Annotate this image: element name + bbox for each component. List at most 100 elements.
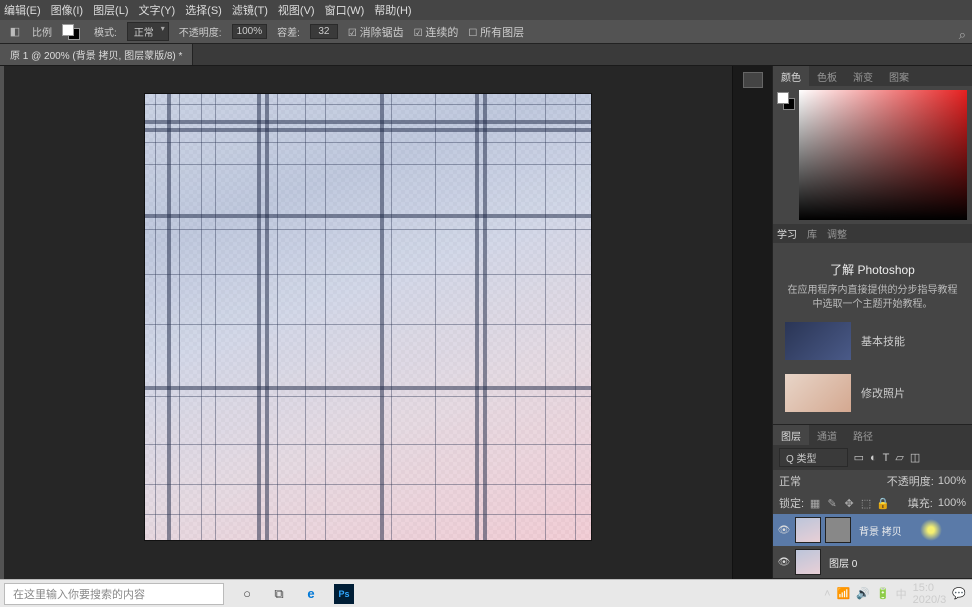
opacity-value[interactable]: 100% xyxy=(232,24,268,39)
layer-blend-dropdown[interactable]: 正常 xyxy=(779,473,851,489)
system-tray: ˄ 📶 🔊 🔋 中 15:02020/3 💬 xyxy=(824,582,972,606)
tab-paths[interactable]: 路径 xyxy=(845,425,881,446)
canvas-area[interactable] xyxy=(4,66,732,579)
collapsed-panel-dock xyxy=(732,66,772,579)
tolerance-label: 容差: xyxy=(277,24,300,39)
opacity-label: 不透明度: xyxy=(179,24,222,39)
tolerance-value[interactable]: 32 xyxy=(310,24,338,39)
layer-filter-dropdown[interactable]: Q 类型 xyxy=(779,448,848,467)
layers-panel: 图层 通道 路径 Q 类型 ▭ ◐ T ▱ ◫ 正常 不透明度: 100% 锁定… xyxy=(773,424,972,602)
learn-panel: 了解 Photoshop 在应用程序内直接提供的分步指导教程中选取一个主题开始教… xyxy=(773,253,972,424)
mode-label: 模式: xyxy=(94,24,117,39)
task-view-icon[interactable]: ⧉ xyxy=(270,585,288,603)
highlight-cursor xyxy=(920,519,942,541)
canvas[interactable] xyxy=(145,94,591,540)
lock-all-icon[interactable]: 🔒 xyxy=(877,497,889,509)
tutorial-thumb xyxy=(785,322,851,360)
menu-edit[interactable]: 编辑(E) xyxy=(4,2,41,18)
lock-position-icon[interactable]: ✥ xyxy=(843,497,855,509)
tutorial-thumb xyxy=(785,374,851,412)
fg-bg-swatch[interactable] xyxy=(777,92,795,110)
tray-battery-icon[interactable]: 🔋 xyxy=(876,587,890,600)
windows-taskbar: 在这里输入你要搜索的内容 ○ ⧉ e Ps ˄ 📶 🔊 🔋 中 15:02020… xyxy=(0,579,972,607)
menu-window[interactable]: 窗口(W) xyxy=(325,2,365,18)
lock-label: 锁定: xyxy=(779,495,804,511)
filter-image-icon[interactable]: ▭ xyxy=(854,451,864,464)
tutorial-label: 基本技能 xyxy=(861,333,905,349)
layer-blend-row: 正常 不透明度: 100% xyxy=(773,470,972,492)
menu-image[interactable]: 图像(I) xyxy=(51,2,83,18)
lock-pixels-icon[interactable]: ▦ xyxy=(809,497,821,509)
learn-title: 了解 Photoshop xyxy=(781,261,964,278)
taskbar-search[interactable]: 在这里输入你要搜索的内容 xyxy=(4,583,224,605)
cortana-icon[interactable]: ○ xyxy=(238,585,256,603)
search-icon[interactable]: ⌕ xyxy=(959,27,966,43)
tab-adjustments[interactable]: 调整 xyxy=(827,226,847,241)
color-panel xyxy=(773,86,972,224)
layer-thumb[interactable] xyxy=(795,517,821,543)
menu-text[interactable]: 文字(Y) xyxy=(139,2,176,18)
options-bar: ◧ 比例 模式: 正常 不透明度: 100% 容差: 32 ☑ 消除锯齿 ☑ 连… xyxy=(0,20,972,44)
menu-help[interactable]: 帮助(H) xyxy=(374,2,411,18)
layer-opacity-value[interactable]: 100% xyxy=(938,475,966,487)
tab-patterns[interactable]: 图案 xyxy=(881,66,917,87)
tool-icon[interactable]: ◧ xyxy=(8,25,22,39)
edge-icon[interactable]: e xyxy=(302,585,320,603)
visibility-icon[interactable]: 👁 xyxy=(777,557,791,568)
layer-row[interactable]: 👁 图层 0 xyxy=(773,546,972,578)
preset-label: 比例 xyxy=(32,24,52,39)
menu-bar: 编辑(E) 图像(I) 图层(L) 文字(Y) 选择(S) 滤镜(T) 视图(V… xyxy=(0,0,972,20)
document-tab-bar: 原 1 @ 200% (背景 拷贝, 图层蒙版/8) * xyxy=(0,44,972,66)
lock-artboard-icon[interactable]: ⬚ xyxy=(860,497,872,509)
filter-adjust-icon[interactable]: ◐ xyxy=(870,452,877,464)
all-layers-checkbox[interactable]: ☐ 所有图层 xyxy=(468,24,524,40)
photoshop-icon[interactable]: Ps xyxy=(334,584,354,604)
layer-lock-row: 锁定: ▦ ✎ ✥ ⬚ 🔒 填充: 100% xyxy=(773,492,972,514)
layer-filter-bar: Q 类型 ▭ ◐ T ▱ ◫ xyxy=(773,445,972,470)
tutorial-label: 修改照片 xyxy=(861,385,905,401)
tray-wifi-icon[interactable]: 📶 xyxy=(837,587,851,600)
antialias-checkbox[interactable]: ☑ 消除锯齿 xyxy=(348,24,404,40)
layers-panel-tabs: 图层 通道 路径 xyxy=(773,425,972,445)
tray-ime[interactable]: 中 xyxy=(896,586,907,602)
color-swatch[interactable] xyxy=(62,24,84,40)
menu-filter[interactable]: 滤镜(T) xyxy=(232,2,268,18)
contiguous-checkbox[interactable]: ☑ 连续的 xyxy=(414,24,459,40)
layer-name[interactable]: 背景 拷贝 xyxy=(859,523,902,538)
tab-learn[interactable]: 学习 xyxy=(777,226,797,241)
menu-view[interactable]: 视图(V) xyxy=(278,2,315,18)
color-picker[interactable] xyxy=(799,90,967,220)
tray-chevron-icon[interactable]: ˄ xyxy=(824,588,830,600)
learn-description: 在应用程序内直接提供的分步指导教程中选取一个主题开始教程。 xyxy=(781,284,964,312)
panel-icon[interactable] xyxy=(743,72,763,88)
layer-thumb[interactable] xyxy=(795,549,821,575)
tray-time[interactable]: 15:02020/3 xyxy=(913,582,947,606)
tab-libraries[interactable]: 库 xyxy=(807,226,817,241)
menu-layer[interactable]: 图层(L) xyxy=(93,2,128,18)
tab-channels[interactable]: 通道 xyxy=(809,425,845,446)
blend-mode-dropdown[interactable]: 正常 xyxy=(127,22,169,41)
tray-notifications-icon[interactable]: 💬 xyxy=(952,587,966,600)
tutorial-basics[interactable]: 基本技能 xyxy=(781,318,964,364)
visibility-icon[interactable]: 👁 xyxy=(777,525,791,536)
learn-panel-tabs: 学习 库 调整 xyxy=(773,224,972,243)
layer-mask-thumb[interactable] xyxy=(825,517,851,543)
layer-name[interactable]: 图层 0 xyxy=(829,555,857,570)
fill-value[interactable]: 100% xyxy=(938,497,966,509)
fill-label: 填充: xyxy=(908,495,933,511)
filter-shape-icon[interactable]: ▱ xyxy=(895,451,903,464)
tab-layers[interactable]: 图层 xyxy=(773,425,809,446)
tray-volume-icon[interactable]: 🔊 xyxy=(856,587,870,600)
color-panel-tabs: 颜色 色板 渐变 图案 xyxy=(773,66,972,86)
document-tab[interactable]: 原 1 @ 200% (背景 拷贝, 图层蒙版/8) * xyxy=(0,44,193,65)
filter-text-icon[interactable]: T xyxy=(883,452,890,464)
filter-smart-icon[interactable]: ◫ xyxy=(910,451,920,464)
tab-color[interactable]: 颜色 xyxy=(773,66,809,87)
layer-row[interactable]: 👁 背景 拷贝 xyxy=(773,514,972,546)
menu-select[interactable]: 选择(S) xyxy=(185,2,222,18)
tab-swatches[interactable]: 色板 xyxy=(809,66,845,87)
layer-opacity-label: 不透明度: xyxy=(887,473,934,489)
tab-gradients[interactable]: 渐变 xyxy=(845,66,881,87)
lock-paint-icon[interactable]: ✎ xyxy=(826,497,838,509)
tutorial-retouch[interactable]: 修改照片 xyxy=(781,370,964,416)
